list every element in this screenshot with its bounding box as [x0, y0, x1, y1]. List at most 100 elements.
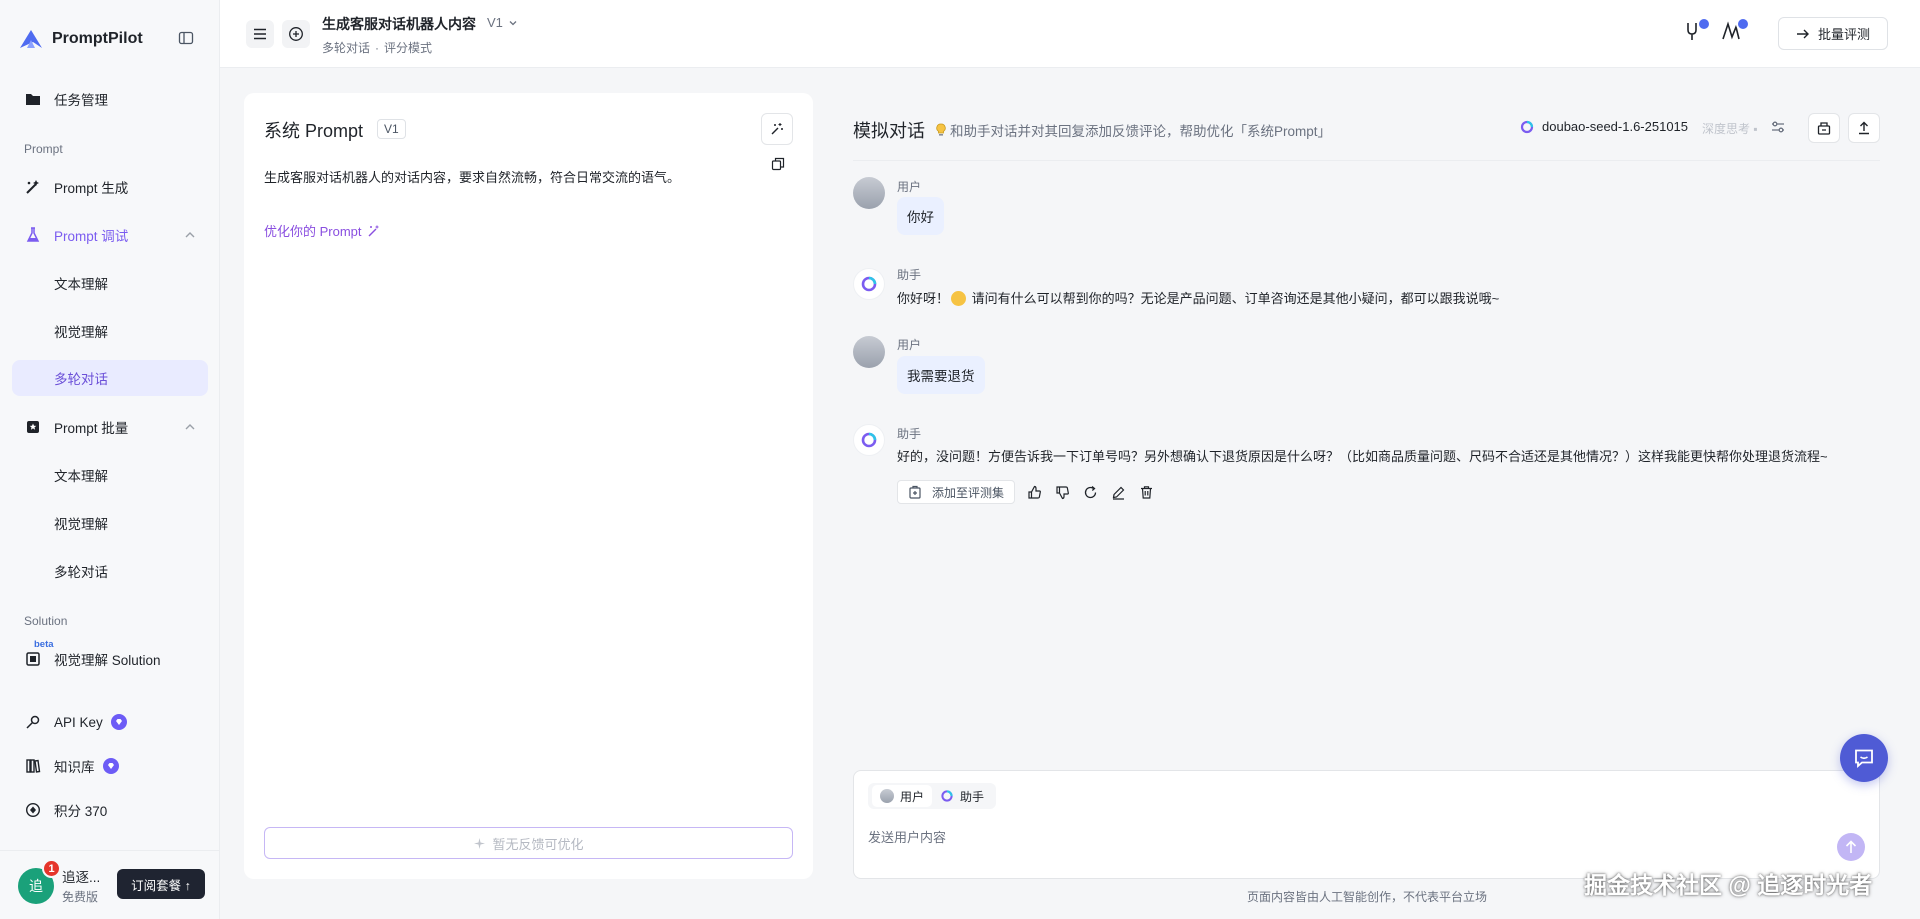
menu-icon[interactable] — [246, 20, 274, 48]
support-chat-icon[interactable] — [1840, 734, 1888, 782]
logo-icon — [20, 30, 42, 48]
sidebar-collapse-icon[interactable] — [178, 30, 198, 48]
subscribe-button[interactable]: 订阅套餐 ↑ — [117, 869, 205, 899]
watermark: 掘金技术社区 @ 追逐时光者 — [1584, 872, 1873, 898]
sidebar-item-prompt-generate[interactable]: Prompt 生成 — [12, 169, 208, 205]
copy-icon[interactable] — [771, 157, 787, 173]
vip-badge-icon — [102, 758, 119, 774]
assistant-message-text[interactable]: 好的，没问题！方便告诉我一下订单号吗？另外想确认下退货原因是什么呀？（比如商品质… — [897, 446, 1828, 465]
tuning-fork-icon[interactable] — [1681, 17, 1711, 46]
logo: PromptPilot — [18, 26, 198, 52]
sidebar: PromptPilot 任务管理 Prompt Prompt 生成 Prompt… — [0, 0, 220, 919]
assistant-message-text[interactable]: 你好呀！ 请问有什么可以帮到你的吗？无论是产品问题、订单咨询还是其他小疑问，都可… — [897, 288, 1499, 307]
breadcrumb: 多轮对话 · 评分模式 — [322, 41, 433, 55]
doubao-logo-icon — [941, 790, 953, 802]
ai-disclaimer: 页面内容皆由人工智能创作，不代表平台立场 — [1247, 890, 1488, 904]
clear-broom-icon[interactable] — [1808, 113, 1840, 143]
thumbs-down-icon[interactable] — [1053, 483, 1071, 501]
clipboard-add-icon — [909, 485, 921, 499]
section-label-solution: Solution — [24, 614, 68, 628]
doubao-logo-icon — [1520, 120, 1534, 133]
version-tag: V1 — [377, 119, 406, 139]
sidebar-item-label: 视觉理解 — [54, 325, 108, 340]
lightbulb-icon — [936, 123, 946, 136]
smile-emoji-icon — [951, 291, 967, 306]
sidebar-item-label: Prompt 批量 — [54, 421, 129, 436]
version-select[interactable]: V1 — [487, 15, 518, 30]
sidebar-item-prompt-debug[interactable]: Prompt 调试 — [12, 217, 208, 253]
edit-pencil-icon[interactable] — [1109, 483, 1127, 501]
chevron-up-icon — [185, 232, 195, 238]
system-prompt-content[interactable]: 生成客服对话机器人的对话内容，要求自然流畅，符合日常交流的语气。 — [264, 167, 680, 186]
star-doc-icon — [24, 418, 42, 436]
trash-icon[interactable] — [1137, 483, 1155, 501]
system-prompt-panel: 系统 Prompt V1 生成客服对话机器人的对话内容，要求自然流畅，符合日常交… — [244, 93, 813, 879]
chat-hint-text: 和助手对话并对其回复添加反馈评论，帮助优化「系统Prompt」 — [950, 124, 1332, 139]
assistant-message-part: 请问有什么可以帮到你的吗？无论是产品问题、订单咨询还是其他小疑问，都可以跟我说哦… — [968, 291, 1500, 306]
no-feedback-optimize-button[interactable]: 暂无反馈可优化 — [264, 827, 793, 859]
optimize-prompt-link[interactable]: 优化你的 Prompt — [264, 221, 381, 240]
folder-icon — [24, 90, 42, 108]
add-circle-icon[interactable] — [282, 20, 310, 48]
batch-eval-button[interactable]: 批量评测 — [1778, 17, 1888, 50]
wave-chart-icon[interactable] — [1720, 17, 1750, 46]
notification-badge[interactable]: 1 — [42, 859, 61, 878]
arrow-right-icon — [1796, 29, 1809, 38]
chat-hint: 和助手对话并对其回复添加反馈评论，帮助优化「系统Prompt」 — [935, 120, 1331, 140]
sidebar-item-points[interactable]: 积分 370 — [12, 792, 208, 828]
sliders-icon[interactable] — [1770, 120, 1788, 136]
role-assistant-label: 助手 — [960, 789, 985, 804]
export-upload-icon[interactable] — [1848, 113, 1880, 143]
optimize-prompt-label: 优化你的 Prompt — [264, 224, 362, 239]
sidebar-item-api-key[interactable]: API Key — [12, 704, 208, 740]
sidebar-item-label: 积分 370 — [54, 804, 108, 819]
sparkle-wand-icon[interactable] — [761, 113, 793, 145]
divider — [853, 160, 1880, 161]
panel-title: 系统 Prompt — [264, 121, 364, 141]
deep-think-toggle[interactable]: 深度思考 ▪ — [1702, 120, 1758, 137]
sidebar-item-batch-vision[interactable]: 视觉理解 — [12, 505, 208, 541]
message-input[interactable]: 发送用户内容 — [868, 827, 946, 846]
sidebar-item-label: 任务管理 — [54, 93, 108, 108]
sidebar-item-debug-text[interactable]: 文本理解 — [12, 265, 208, 301]
top-header: 生成客服对话机器人内容 V1 多轮对话 · 评分模式 批量评测 — [220, 0, 1920, 68]
send-button[interactable] — [1837, 833, 1865, 861]
refresh-icon[interactable] — [1081, 483, 1099, 501]
role-switch: 用户 助手 — [868, 783, 997, 809]
add-to-eval-button[interactable]: 添加至评测集 — [897, 480, 1016, 504]
sidebar-item-batch-multiturn[interactable]: 多轮对话 — [12, 553, 208, 589]
vip-badge-icon — [110, 714, 127, 730]
section-label-prompt: Prompt — [24, 142, 63, 156]
sidebar-item-visual-solution[interactable]: 视觉理解 Solution — [12, 641, 208, 677]
no-feedback-label: 暂无反馈可优化 — [492, 836, 584, 852]
vip-badge-icon — [1736, 17, 1750, 31]
books-icon — [24, 757, 42, 775]
assistant-avatar — [853, 424, 885, 456]
role-assistant-chip[interactable]: 助手 — [932, 785, 992, 807]
message-role: 用户 — [897, 180, 922, 194]
sidebar-item-debug-vision[interactable]: 视觉理解 — [12, 313, 208, 349]
sidebar-item-prompt-batch[interactable]: Prompt 批量 — [12, 409, 208, 445]
version-label: V1 — [487, 15, 503, 30]
assistant-avatar — [853, 268, 885, 300]
key-icon — [24, 713, 42, 731]
page-title: 生成客服对话机器人内容 — [322, 16, 476, 32]
batch-eval-label: 批量评测 — [1817, 27, 1870, 42]
role-user-chip[interactable]: 用户 — [872, 785, 933, 807]
magic-wand-icon — [24, 178, 42, 196]
sidebar-item-task-management[interactable]: 任务管理 — [12, 81, 208, 117]
solution-box-icon — [24, 650, 42, 668]
sidebar-item-knowledge-base[interactable]: 知识库 — [12, 748, 208, 784]
magic-wand-icon — [368, 225, 379, 236]
thumbs-up-icon[interactable] — [1025, 483, 1043, 501]
assistant-message-part: 你好呀！ — [897, 291, 950, 306]
model-select[interactable]: doubao-seed-1.6-251015 — [1520, 119, 1688, 134]
sidebar-item-debug-multiturn[interactable]: 多轮对话 — [12, 360, 208, 396]
sidebar-item-batch-text[interactable]: 文本理解 — [12, 457, 208, 493]
sidebar-item-label: 知识库 — [54, 760, 95, 775]
user-message-bubble: 你好 — [897, 197, 944, 235]
user-avatar — [853, 177, 885, 209]
sidebar-item-label: 视觉理解 Solution — [54, 653, 161, 668]
chat-title: 模拟对话 — [853, 121, 925, 141]
breadcrumb-mode: 多轮对话 — [322, 41, 371, 55]
